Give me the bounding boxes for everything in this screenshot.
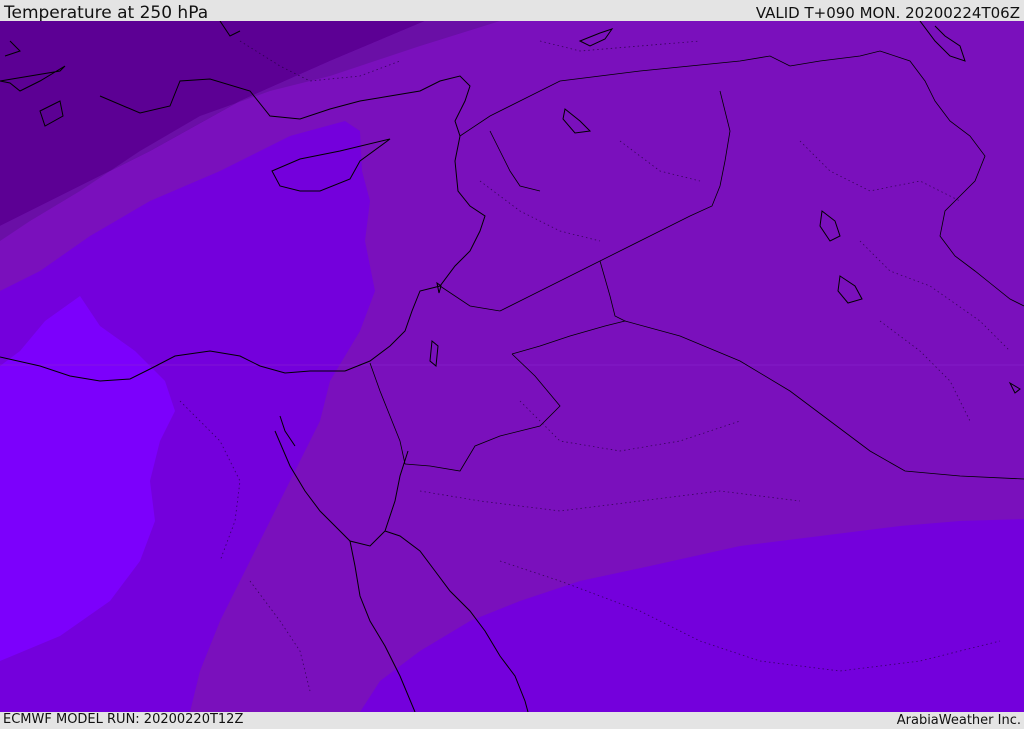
model-run-label: ECMWF MODEL RUN: 20200220T12Z — [3, 712, 244, 727]
header-bar: Temperature at 250 hPa VALID T+090 MON. … — [0, 0, 1024, 23]
temperature-map[interactable] — [0, 21, 1024, 712]
valid-time-label: VALID T+090 MON. 20200224T06Z — [755, 4, 1020, 22]
map-title: Temperature at 250 hPa — [4, 3, 209, 23]
credit-label: ArabiaWeather Inc. — [896, 713, 1021, 728]
map-canvas — [0, 21, 1024, 712]
footer-bar: ECMWF MODEL RUN: 20200220T12Z ArabiaWeat… — [0, 712, 1024, 729]
